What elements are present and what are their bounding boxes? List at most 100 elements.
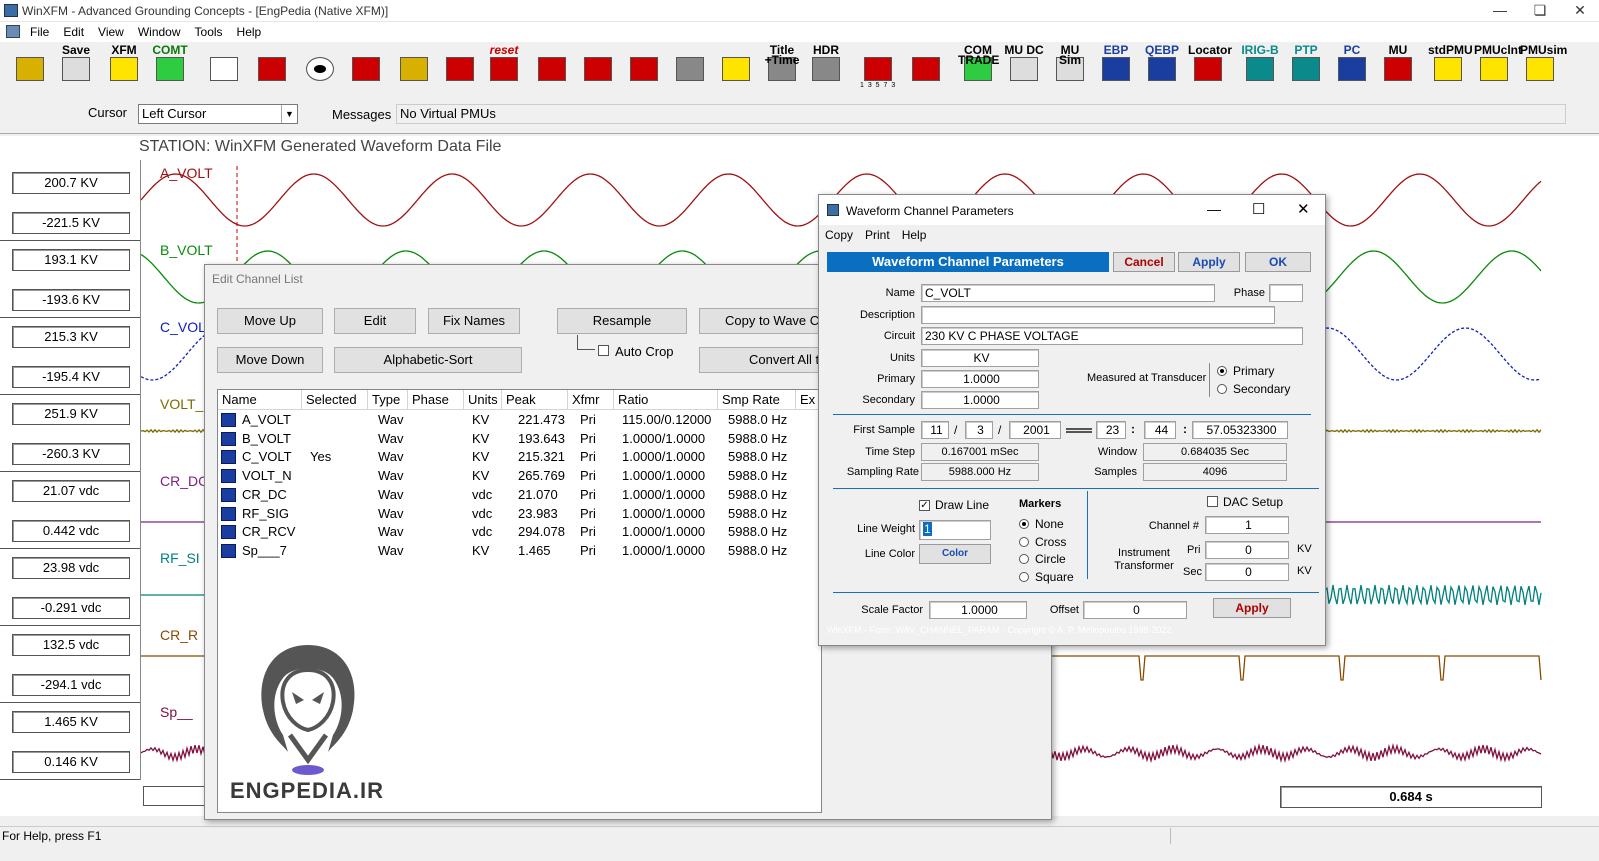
draw-line-checkbox[interactable]: ✓ [919,500,930,511]
grid-column-header[interactable]: Xfmr [568,390,614,410]
inst-pri-field[interactable]: 0 [1205,541,1289,559]
first-sample-month[interactable]: 11 [921,421,949,439]
ebp-tool[interactable]: EBP [1096,44,1136,89]
menu-view[interactable]: View [98,25,124,39]
move-up-button[interactable]: Move Up [217,308,323,334]
dialog-maximize-button[interactable]: ☐ [1252,200,1265,218]
grid-column-header[interactable]: Name [218,390,302,410]
waveform-view-tool[interactable] [204,45,244,89]
offset-field[interactable]: 0 [1083,601,1187,619]
dialog-close-button[interactable]: ✕ [1297,200,1310,218]
table-row[interactable]: CR_RCV Wav vdc 294.078 Pri 1.0000/1.0000 5988.… [218,523,818,541]
mixer-tool[interactable] [440,45,480,89]
irig-b-tool[interactable]: IRIG-B [1240,44,1280,89]
table-row[interactable]: RF_SIG Wav vdc 23.983 Pri 1.0000/1.0000 5988.0… [218,505,818,523]
marker-radio-cross[interactable] [1019,536,1029,547]
convert-all-button[interactable]: Convert All t [699,347,819,373]
mu-sim-tool[interactable]: MU Sim [1050,44,1090,89]
xfm-tool[interactable]: XFM [104,44,144,89]
menu-window[interactable]: Window [138,25,181,39]
marker-radio-none[interactable] [1019,519,1029,529]
split-view-tool[interactable] [670,45,710,89]
scale-factor-field[interactable]: 1.0000 [929,601,1027,619]
auto-crop-checkbox[interactable] [598,345,609,356]
table-row[interactable]: C_VOLT Yes Wav KV 215.321 Pri 1.0000/1.0000 598… [218,448,818,466]
comtrade-tool[interactable]: COM TRADE [958,44,999,89]
menu-file[interactable]: File [30,25,49,39]
pmusim-tool[interactable]: PMUsim [1520,44,1567,89]
copy-to-wave-button[interactable]: Copy to Wave C [699,308,819,334]
dac-setup-checkbox[interactable] [1207,496,1218,507]
reset-tool[interactable]: reset [484,44,524,89]
ptp-tool[interactable]: PTP [1286,44,1326,89]
channel-grid[interactable]: Name Selected Type Phase Units Peak Xfmr Ratio S… [217,389,822,813]
apply-button[interactable]: Apply [1178,252,1240,272]
first-sample-day[interactable]: 3 [965,421,993,439]
dialog-menu-print[interactable]: Print [865,228,890,242]
view-eye-tool[interactable] [300,45,340,89]
line-color-button[interactable]: Color [919,544,991,564]
cancel-button[interactable]: Cancel [1113,252,1175,272]
table-row[interactable]: Sp___7 Wav KV 1.465 Pri 1.0000/1.0000 5988.0 H… [218,542,818,560]
stdpmu-tool[interactable]: stdPMU [1428,44,1473,89]
dialog-minimize-button[interactable]: — [1207,201,1221,217]
table-row[interactable]: CR_DC Wav vdc 21.070 Pri 1.0000/1.0000 5988.0 … [218,486,818,504]
units-field[interactable]: KV [921,349,1039,367]
description-field[interactable] [921,306,1275,324]
comt-tool[interactable]: COMT [150,44,190,89]
primary-field[interactable]: 1.0000 [921,370,1039,388]
cursor-edit-tool[interactable] [252,45,292,89]
name-field[interactable]: C_VOLT [921,284,1215,302]
menu-tools[interactable]: Tools [195,25,223,39]
dialog-menu-copy[interactable]: Copy [825,228,853,242]
minimize-button[interactable]: — [1480,0,1520,22]
first-sample-minute[interactable]: 44 [1144,421,1176,439]
grid-column-header[interactable]: Peak [502,390,568,410]
fix-names-button[interactable]: Fix Names [428,308,520,334]
transducer-primary-radio[interactable] [1217,366,1227,376]
restore-button[interactable]: ❏ [1520,0,1560,22]
channel-number-field[interactable]: 1 [1205,516,1289,534]
annotate-tool[interactable] [716,45,756,89]
secondary-field[interactable]: 1.0000 [921,391,1039,409]
table-row[interactable]: A_VOLT Wav KV 221.473 Pri 115.00/0.12000 5988.… [218,411,818,429]
marker-radio-square[interactable] [1019,571,1029,582]
pmuclnt-tool[interactable]: PMUclnt [1474,44,1522,89]
phasor-tool[interactable] [906,45,946,89]
ok-button[interactable]: OK [1245,252,1311,272]
calculator-tool[interactable] [394,45,434,89]
menu-help[interactable]: Help [237,25,262,39]
hdr-tool[interactable]: HDR [806,44,846,89]
table-row[interactable]: VOLT_N Wav KV 265.769 Pri 1.0000/1.0000 5988.0… [218,467,818,485]
table-row[interactable]: B_VOLT Wav KV 193.643 Pri 1.0000/1.0000 5988.0… [218,430,818,448]
grid-column-header[interactable]: Units [464,390,502,410]
mu-dc-tool[interactable]: MU DC [1004,44,1044,89]
qebp-tool[interactable]: QEBP [1142,44,1182,89]
open-file-tool[interactable] [10,45,50,89]
transducer-secondary-radio[interactable] [1217,384,1227,394]
chevron-down-icon[interactable]: ▼ [281,105,297,123]
grid-column-header[interactable]: Phase [408,390,464,410]
math-ops-tool[interactable] [346,45,386,89]
resample-button[interactable]: Resample [557,308,687,334]
edit-button[interactable]: Edit [334,308,416,334]
close-button[interactable]: ✕ [1560,0,1599,22]
zoom-wave-tool[interactable] [624,45,664,89]
cursor-select[interactable]: Left Cursor ▼ [138,104,298,124]
grid-column-header[interactable]: Ratio [614,390,718,410]
dialog-menu-help[interactable]: Help [902,228,927,242]
marker-radio-circle[interactable] [1019,554,1029,564]
alphabetic-sort-button[interactable]: Alphabetic-Sort [334,347,522,373]
first-sample-seconds[interactable]: 57.05323300 [1192,421,1288,439]
pc-tool[interactable]: PC [1332,44,1372,89]
scale-apply-button[interactable]: Apply [1213,598,1291,618]
phase-field[interactable] [1269,284,1303,302]
locator-tool[interactable]: Locator [1188,44,1232,89]
circuit-field[interactable]: 230 KV C PHASE VOLTAGE [921,327,1303,345]
first-sample-hour[interactable]: 23 [1096,421,1126,439]
first-sample-year[interactable]: 2001 [1009,421,1061,439]
line-weight-field[interactable]: 1 [919,520,991,540]
grid-column-header[interactable]: Selected [302,390,368,410]
save-tool[interactable]: Save [56,44,96,89]
wave-window-tool[interactable] [532,45,572,89]
